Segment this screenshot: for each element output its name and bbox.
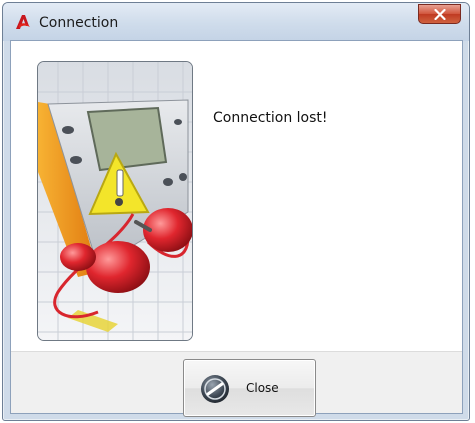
close-button[interactable]: Close xyxy=(183,359,316,417)
connection-lost-message: Connection lost! xyxy=(213,110,328,126)
app-logo-icon xyxy=(16,15,30,29)
disconnected-meter-illustration xyxy=(37,61,193,341)
content-panel: Connection lost! xyxy=(11,41,462,351)
meter-plug-image xyxy=(38,62,192,340)
window-close-button[interactable] xyxy=(418,4,461,24)
window-title: Connection xyxy=(39,15,119,31)
connection-dialog-window: Connection Connection lost! Close xyxy=(2,2,470,421)
divider xyxy=(11,351,462,352)
title-bar[interactable]: Connection xyxy=(3,3,469,41)
close-disc-icon xyxy=(201,375,229,403)
close-x-icon xyxy=(433,8,446,20)
dialog-body: Connection lost! Close xyxy=(10,40,463,417)
close-button-label: Close xyxy=(246,381,279,395)
